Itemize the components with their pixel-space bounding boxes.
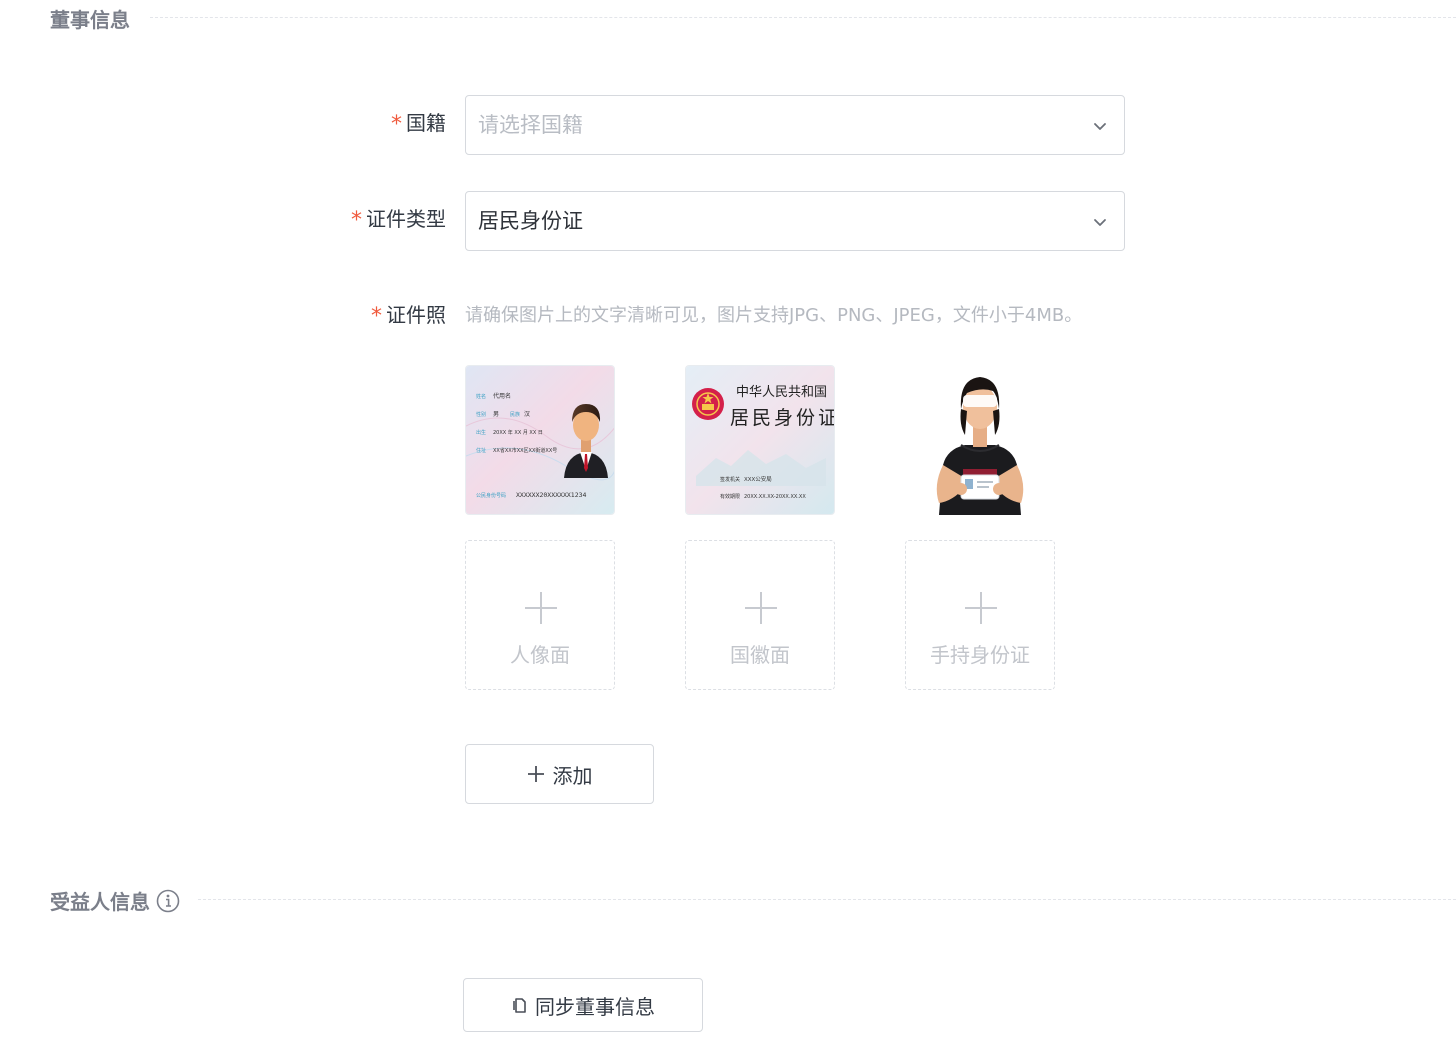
document-icon [511,996,527,1014]
nationality-label: * 国籍 [391,111,446,137]
svg-text:男: 男 [493,411,499,418]
plus-icon [527,765,545,783]
add-button-label: 添加 [552,763,593,788]
svg-text:XXX公安局: XXX公安局 [744,475,772,483]
required-asterisk: * [391,112,402,137]
sample-id-front: 姓名 代用名 性别 男 民族 汉 出生 20XX 年 XX 月 XX 日 住址 … [465,365,615,515]
svg-text:20XX 年 XX 月 XX 日: 20XX 年 XX 月 XX 日 [493,429,543,436]
svg-text:民族: 民族 [510,411,520,418]
upload-emblem-side[interactable]: 国徽面 [685,540,835,690]
plus-icon [525,592,557,624]
required-asterisk: * [351,208,362,233]
upload-portrait-side[interactable]: 人像面 [465,540,615,690]
nationality-placeholder: 请选择国籍 [478,113,583,137]
svg-text:有效期限: 有效期限 [720,493,740,500]
id-type-label: * 证件类型 [351,207,446,233]
svg-text:XXXXXX20XXXXXX1234: XXXXXX20XXXXXX1234 [516,491,587,499]
section-divider [150,17,1456,18]
svg-text:代用名: 代用名 [493,392,511,400]
info-icon[interactable] [156,889,180,913]
sample-handheld-id [905,365,1055,515]
sync-button-label: 同步董事信息 [535,994,655,1019]
upload-handheld-id[interactable]: 手持身份证 [905,540,1055,690]
svg-text:姓名: 姓名 [476,393,486,400]
required-asterisk: * [371,304,382,329]
svg-text:汉: 汉 [524,410,530,418]
id-card-front-image: 姓名 代用名 性别 男 民族 汉 出生 20XX 年 XX 月 XX 日 住址 … [466,366,614,514]
beneficiary-section-header: 受益人信息 [50,886,180,915]
id-photo-hint: 请确保图片上的文字清晰可见，图片支持JPG、PNG、JPEG，文件小于4MB。 [465,305,1083,326]
svg-text:性别: 性别 [476,411,486,418]
add-director-button[interactable]: 添加 [465,744,654,804]
upload-label: 国徽面 [730,643,790,667]
section-title: 受益人信息 [50,890,150,914]
section-divider [198,899,1456,900]
upload-label: 手持身份证 [930,643,1030,667]
plus-icon [745,592,777,624]
svg-text:公民身份号码: 公民身份号码 [476,492,506,499]
plus-icon [965,592,997,624]
id-photo-label: * 证件照 [371,303,446,329]
svg-text:住址: 住址 [476,447,486,454]
chevron-down-icon [1094,123,1106,130]
section-title: 董事信息 [50,8,130,32]
svg-text:20XX.XX.XX-20XX.XX.XX: 20XX.XX.XX-20XX.XX.XX [744,494,806,500]
chevron-down-icon [1094,219,1106,226]
svg-text:出生: 出生 [476,429,486,436]
svg-text:XX省XX市XX区XX街道XX号: XX省XX市XX区XX街道XX号 [493,447,557,454]
id-type-select[interactable]: 居民身份证 [465,191,1125,251]
svg-text:中华人民共和国: 中华人民共和国 [736,385,827,400]
svg-text:居民身份证: 居民身份证 [730,407,835,429]
sync-director-info-button[interactable]: 同步董事信息 [463,978,703,1032]
director-section-header: 董事信息 [50,4,130,33]
nationality-select[interactable]: 请选择国籍 [465,95,1125,155]
id-card-back-image: 中华人民共和国 居民身份证 签发机关 XXX公安局 有效期限 20XX.XX.X… [686,366,835,514]
upload-label: 人像面 [510,643,570,667]
person-holding-id-image [905,365,1055,515]
svg-text:签发机关: 签发机关 [720,476,740,483]
id-type-value: 居民身份证 [478,209,583,233]
sample-id-back: 中华人民共和国 居民身份证 签发机关 XXX公安局 有效期限 20XX.XX.X… [685,365,835,515]
